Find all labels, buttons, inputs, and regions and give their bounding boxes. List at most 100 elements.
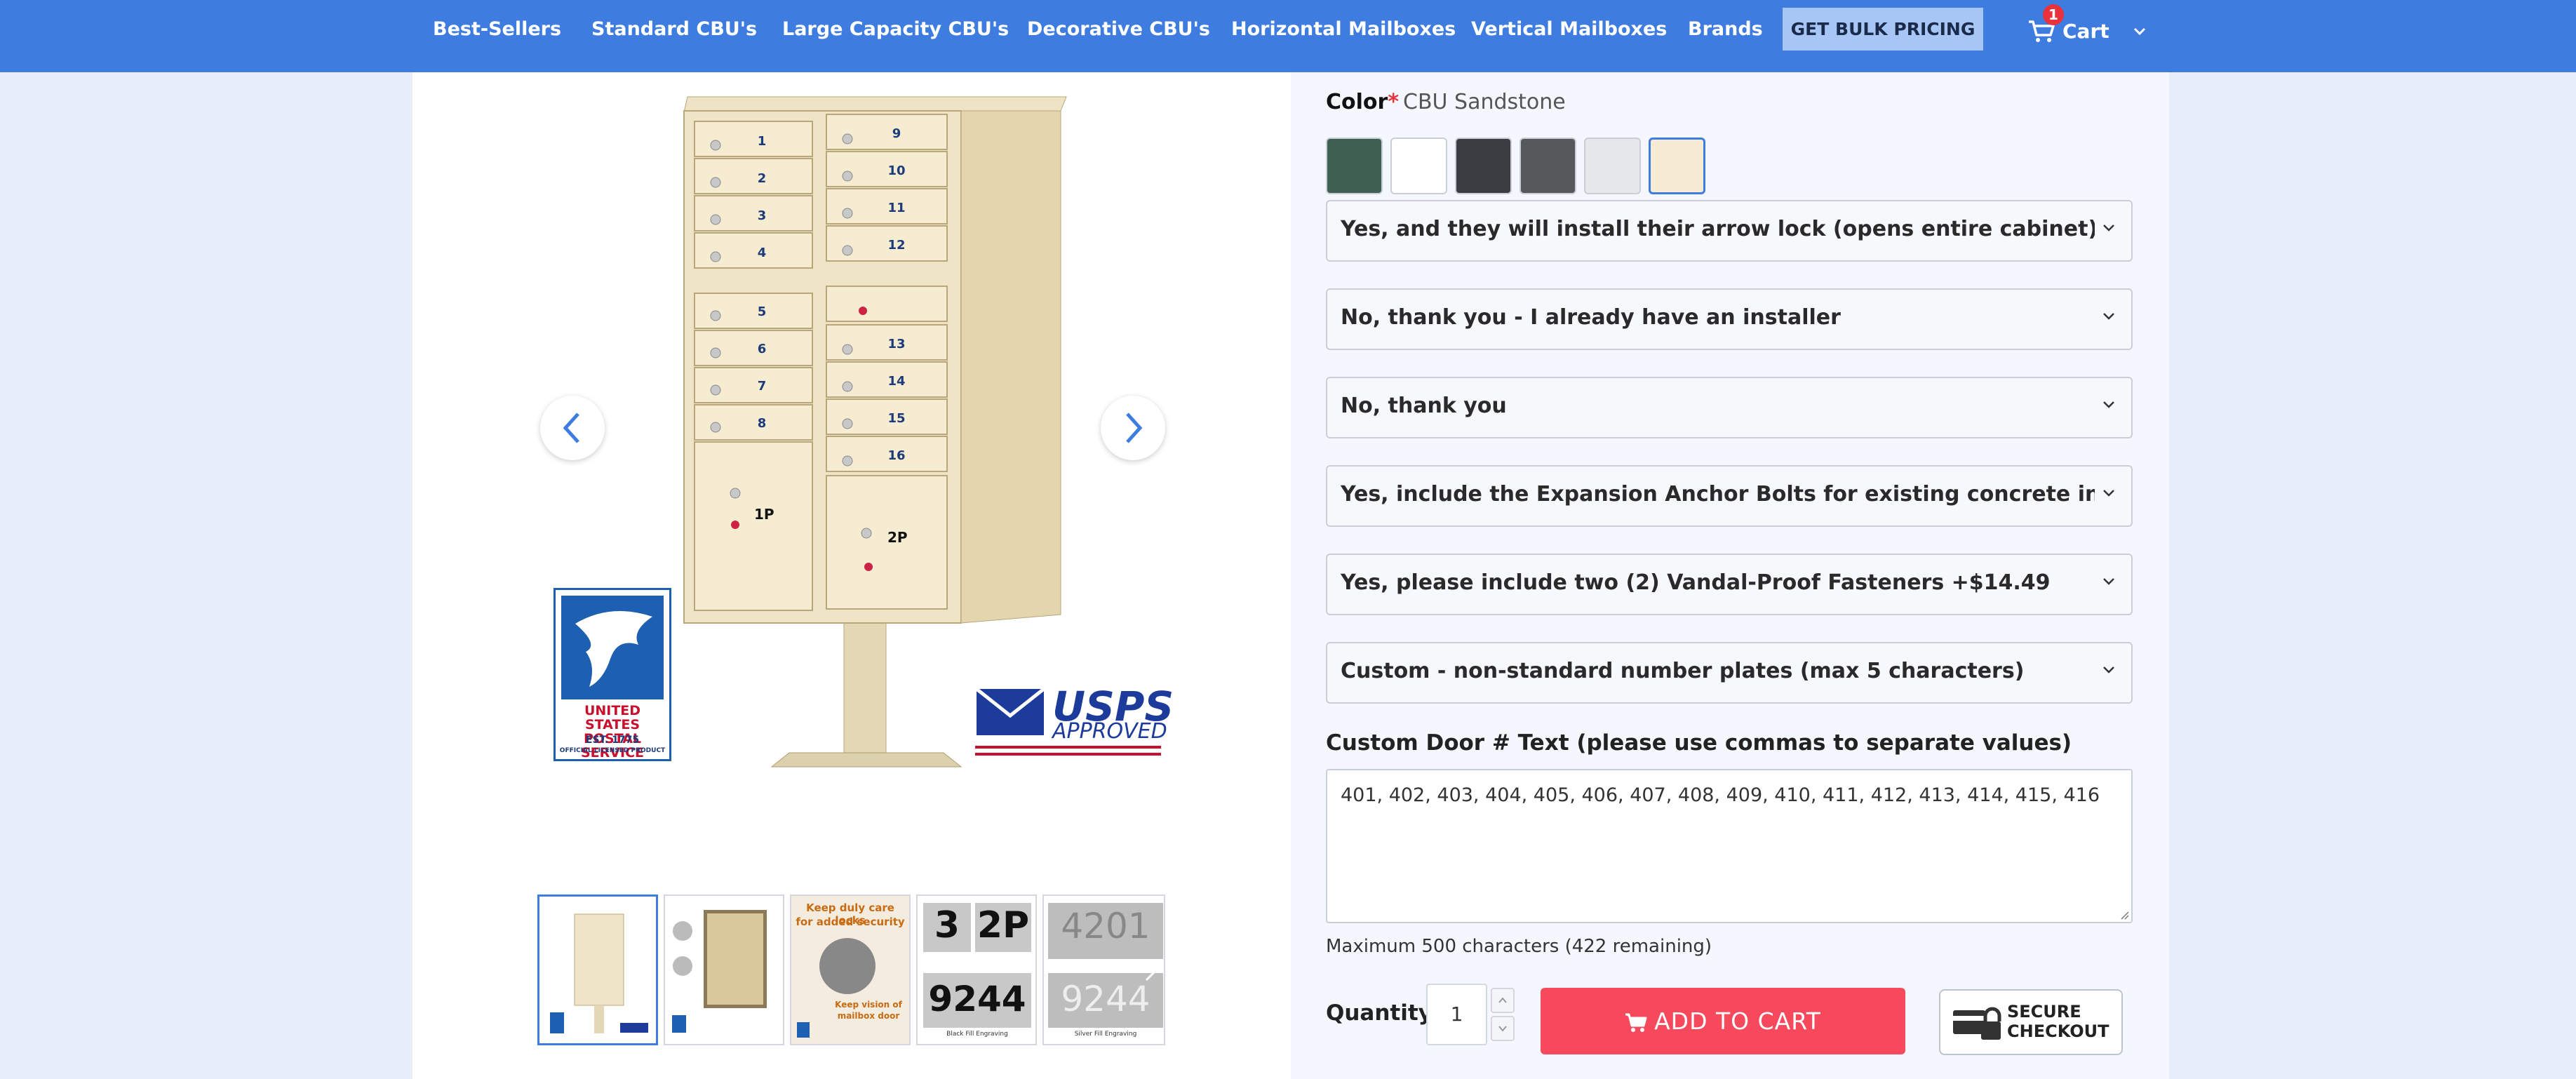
gallery-thumbnail[interactable]: 3 2P 9244 Black Fill Engraving [916, 894, 1037, 1045]
select-value: No, thank you - I already have an instal… [1341, 305, 1841, 330]
gallery-thumbnail[interactable] [537, 894, 658, 1045]
usps-logo-line: EST. 1775 [585, 735, 640, 746]
chevron-left-icon [563, 413, 579, 443]
custom-door-text-label: Custom Door # Text (please use commas to… [1326, 730, 2072, 756]
select-value: Yes, and they will install their arrow l… [1341, 217, 2095, 241]
select-value: Yes, include the Expansion Anchor Bolts … [1341, 482, 2095, 507]
resize-handle-icon[interactable] [2120, 911, 2130, 920]
mailbox-number: 1 [758, 134, 767, 149]
usps-approved-logo: USPS APPROVED [975, 683, 1174, 765]
chevron-down-icon [1498, 1026, 1507, 1032]
thumb-text: 9244 [1061, 979, 1151, 1019]
envelope-icon [975, 688, 1045, 735]
nav-large-capacity-cbus[interactable]: Large Capacity CBU's [782, 17, 1009, 42]
cart-count-badge: 1 [2043, 4, 2064, 25]
thumb-text: mailbox door [837, 1011, 900, 1021]
lock-icon [1953, 1007, 2001, 1040]
get-bulk-pricing-button[interactable]: GET BULK PRICING [1783, 8, 1983, 51]
additional-option-select[interactable]: No, thank you [1326, 377, 2133, 438]
thumb-text: Black Fill Engraving [946, 1031, 1008, 1038]
secure-checkout-text: SECURE [2007, 1002, 2081, 1021]
fasteners-option-select[interactable]: Yes, please include two (2) Vandal-Proof… [1326, 554, 2133, 615]
mailbox-number: 9 [892, 126, 901, 141]
quantity-label: Quantity [1326, 1000, 1433, 1026]
mailbox-number: 15 [887, 411, 905, 426]
thumb-text: 3 [934, 904, 960, 946]
chevron-right-icon [1126, 413, 1143, 443]
secure-checkout-text: CHECKOUT [2007, 1021, 2109, 1041]
mailbox-number: 6 [758, 342, 767, 356]
select-value: No, thank you [1341, 394, 1507, 418]
chevron-down-icon [2103, 313, 2114, 320]
color-selected-name: CBU Sandstone [1403, 90, 1566, 114]
nav-best-sellers[interactable]: Best-Sellers [433, 17, 561, 42]
nav-standard-cbus[interactable]: Standard CBU's [591, 17, 757, 42]
gallery-prev-button[interactable] [540, 396, 605, 460]
usps-logo-line: OFFICIAL LICENSED PRODUCT [559, 747, 666, 754]
chevron-down-icon [2103, 490, 2114, 497]
thumb-text: 2P [977, 904, 1030, 946]
chevron-down-icon [2103, 224, 2114, 232]
add-to-cart-label: ADD TO CART [1654, 1007, 1821, 1035]
mailbox-number: 4 [758, 246, 767, 260]
mailbox-number: 10 [887, 163, 905, 178]
chevron-down-icon [2133, 27, 2146, 36]
add-to-cart-button[interactable]: ADD TO CART [1541, 988, 1905, 1054]
mailbox-number: 2 [758, 171, 767, 186]
chevron-up-icon [1498, 997, 1507, 1003]
secure-checkout-badge: SECURE CHECKOUT [1939, 989, 2123, 1055]
mailbox-number: 12 [887, 238, 905, 253]
character-count-note: Maximum 500 characters (422 remaining) [1326, 936, 1712, 957]
color-swatch-silver[interactable] [1584, 138, 1641, 194]
installer-option-select[interactable]: No, thank you - I already have an instal… [1326, 288, 2133, 350]
mailbox-number: 7 [758, 379, 767, 394]
parcel-label: 2P [887, 529, 908, 546]
color-swatch-black[interactable] [1455, 138, 1512, 194]
nav-decorative-cbus[interactable]: Decorative CBU's [1027, 17, 1210, 42]
parcel-label: 1P [754, 506, 774, 523]
quantity-input[interactable]: 1 [1426, 984, 1487, 1045]
usps-approved-text: APPROVED [1052, 719, 1167, 744]
mailbox-number: 14 [887, 374, 905, 389]
mailbox-number: 13 [887, 337, 905, 351]
gallery-thumbnail[interactable]: Keep duly care locks for added security … [790, 894, 911, 1045]
chevron-right-icon[interactable] [1142, 959, 1159, 984]
gallery-next-button[interactable] [1101, 396, 1165, 460]
gallery-thumbnail[interactable]: 4201 9244 Silver Fill Engraving [1042, 894, 1165, 1045]
chevron-down-icon [2103, 666, 2114, 673]
gallery-thumbnail[interactable] [664, 894, 784, 1045]
thumb-text: for added security [796, 916, 905, 928]
top-navigation: Best-Sellers Standard CBU's Large Capaci… [0, 0, 2576, 72]
nav-brands[interactable]: Brands [1688, 17, 1763, 42]
eagle-icon [575, 611, 652, 687]
nav-horizontal-mailboxes[interactable]: Horizontal Mailboxes [1231, 17, 1456, 42]
thumb-text: Silver Fill Engraving [1074, 1031, 1137, 1038]
chevron-down-icon [2103, 578, 2114, 585]
color-swatch-gray[interactable] [1520, 138, 1576, 194]
cart-label: Cart [2062, 20, 2109, 43]
number-plates-option-select[interactable]: Custom - non-standard number plates (max… [1326, 642, 2133, 704]
quantity-increment-button[interactable] [1491, 988, 1515, 1013]
mailbox-number: 5 [758, 304, 767, 319]
color-swatch-white[interactable] [1390, 138, 1447, 194]
nav-vertical-mailboxes[interactable]: Vertical Mailboxes [1471, 17, 1667, 42]
color-swatch-green[interactable] [1326, 138, 1383, 194]
chevron-down-icon [2103, 401, 2114, 408]
quantity-decrement-button[interactable] [1491, 1016, 1515, 1041]
custom-door-text-input[interactable]: 401, 402, 403, 404, 405, 406, 407, 408, … [1326, 769, 2133, 923]
thumb-text: 9244 [928, 979, 1026, 1019]
color-swatch-sandstone[interactable] [1649, 138, 1705, 194]
cart-icon [1625, 1013, 1647, 1032]
usps-logo-line: UNITED STATES [584, 703, 641, 732]
thumb-text: 4201 [1061, 906, 1151, 946]
mailbox-number: 11 [887, 201, 905, 215]
anchor-bolts-option-select[interactable]: Yes, include the Expansion Anchor Bolts … [1326, 465, 2133, 527]
installation-option-select[interactable]: Yes, and they will install their arrow l… [1326, 200, 2133, 262]
thumb-text: Keep vision of [835, 1000, 902, 1010]
usps-licensed-logo: UNITED STATES POSTAL SERVICE EST. 1775 O… [554, 588, 671, 761]
mailbox-number: 3 [758, 208, 767, 223]
mailbox-number: 16 [887, 448, 905, 463]
mailbox-number: 8 [758, 416, 767, 431]
select-value: Custom - non-standard number plates (max… [1341, 659, 2025, 683]
color-label: Color* [1326, 90, 1400, 114]
